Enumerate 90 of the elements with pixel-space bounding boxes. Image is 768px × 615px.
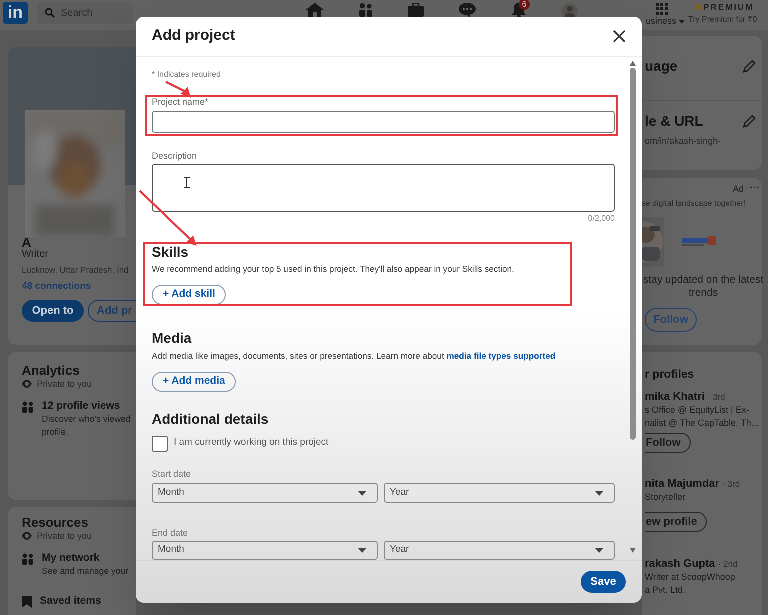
people-icon	[22, 400, 34, 412]
profile-name: A	[22, 237, 32, 249]
people-icon[interactable]	[359, 3, 373, 17]
ad-tagline: se digital landscape together!	[642, 199, 748, 209]
add-skill-button[interactable]: + Add skill	[152, 285, 226, 305]
caret-icon	[358, 490, 367, 496]
profile-action-button[interactable]: Follow	[645, 433, 691, 453]
field-label: Description	[152, 151, 198, 161]
help-link[interactable]: media file types supported	[446, 351, 556, 361]
chat-icon[interactable]	[459, 3, 476, 18]
scrollbar-thumb[interactable]	[630, 68, 636, 440]
required-note: * Indicates required	[152, 70, 222, 80]
scroll-up-icon[interactable]	[630, 61, 636, 66]
year-select[interactable]: Year	[384, 483, 615, 503]
section-description: Add media like images, documents, sites or presentations. Learn more about media file types supported	[152, 351, 557, 361]
profile-headline: Writer	[22, 249, 50, 261]
apps-grid-icon[interactable]	[656, 3, 668, 15]
more-button[interactable]: ···	[750, 183, 760, 195]
character-counter: 0/2,000	[588, 214, 615, 224]
caret-icon	[595, 548, 604, 553]
eye-icon	[22, 532, 32, 540]
person-headline: Storyteller	[645, 491, 687, 504]
checkbox-label: I am currently working on this project	[174, 436, 329, 450]
privacy-note: Private to you	[37, 531, 92, 541]
person-name[interactable]: mika Khatri	[645, 390, 705, 404]
description-field[interactable]	[152, 164, 615, 212]
card-title: Analytics	[22, 363, 81, 379]
profile-action-button[interactable]: ew profile	[645, 512, 708, 532]
section-heading: Skills	[152, 244, 190, 260]
premium-icon	[694, 4, 701, 10]
pencil-icon[interactable]	[743, 114, 756, 128]
follow-button[interactable]: Follow	[645, 308, 697, 332]
month-select[interactable]: Month	[152, 483, 378, 503]
people-icon	[22, 552, 34, 564]
section-description: We recommend adding your top 5 used in this project. They'll also appear in your Skills section.	[152, 264, 516, 274]
year-select[interactable]: Year	[384, 541, 615, 560]
eye-icon	[22, 380, 32, 388]
section-heading: Media	[152, 330, 193, 346]
add-media-button[interactable]: + Add media	[152, 372, 236, 392]
dialog-title: Add project	[152, 26, 236, 46]
scroll-down-icon[interactable]	[630, 548, 636, 553]
section-heading: Additional details	[152, 411, 270, 427]
section-title: le & URL	[645, 113, 704, 129]
person-headline: a Pvt. Ltd.	[645, 584, 687, 597]
caret-icon	[595, 490, 604, 496]
annotation-arrow	[166, 81, 191, 98]
close-icon[interactable]	[613, 30, 626, 43]
month-select[interactable]: Month	[152, 541, 378, 560]
person-headline: nalist @ The CapTable, Th...	[645, 417, 760, 430]
field-label: End date	[152, 528, 190, 538]
notification-badge: 6	[519, 0, 530, 10]
premium-label: PREMIUM	[704, 1, 754, 14]
caret-icon	[358, 548, 367, 553]
person-name[interactable]: nita Majumdar	[645, 477, 720, 491]
profile-url: om/in/akash-singh-	[645, 136, 722, 146]
item-description: Discover who's viewed	[41, 413, 132, 426]
person-name[interactable]: rakash Gupta	[645, 557, 716, 571]
text-cursor-icon	[184, 177, 190, 188]
premium-link[interactable]: Try Premium for ₹0	[688, 14, 758, 26]
resource-link[interactable]: My network	[42, 552, 100, 565]
pencil-icon[interactable]	[743, 60, 756, 72]
ad-label: Ad	[732, 183, 744, 195]
logo[interactable]: in	[3, 2, 28, 24]
section-title: uage	[645, 58, 678, 74]
connection-degree: · 2nd	[718, 558, 738, 571]
annotation-arrow	[139, 190, 197, 246]
card-title: Resources	[22, 515, 90, 531]
bookmark-icon	[22, 596, 32, 608]
field-label: Start date	[152, 469, 192, 479]
resource-link[interactable]: Saved items	[40, 595, 102, 608]
home-icon[interactable]	[306, 3, 324, 17]
ad-message: stay updated on the latest	[643, 274, 764, 287]
caret-icon	[678, 20, 685, 24]
save-button[interactable]: Save	[581, 571, 626, 593]
item-description: See and manage your	[41, 565, 130, 578]
connections-link[interactable]: 48 connections	[22, 282, 136, 292]
project-name-field[interactable]	[152, 111, 615, 133]
person-headline: s Office @ EquityList | Ex-	[645, 404, 750, 417]
business-menu[interactable]: usiness	[646, 16, 685, 27]
resource-link[interactable]: 12 profile views	[42, 400, 120, 413]
briefcase-icon[interactable]	[408, 3, 424, 17]
checkbox[interactable]	[152, 436, 168, 452]
open-to-button[interactable]: Open to	[22, 300, 84, 322]
field-label: Project name*	[152, 97, 210, 107]
person-headline: Writer at ScoopWhoop	[645, 571, 736, 584]
section-title: r profiles	[645, 368, 696, 382]
search-icon	[45, 8, 55, 18]
privacy-note: Private to you	[37, 379, 92, 389]
ad-message: trends	[688, 287, 718, 300]
item-description: profile.	[41, 426, 70, 439]
